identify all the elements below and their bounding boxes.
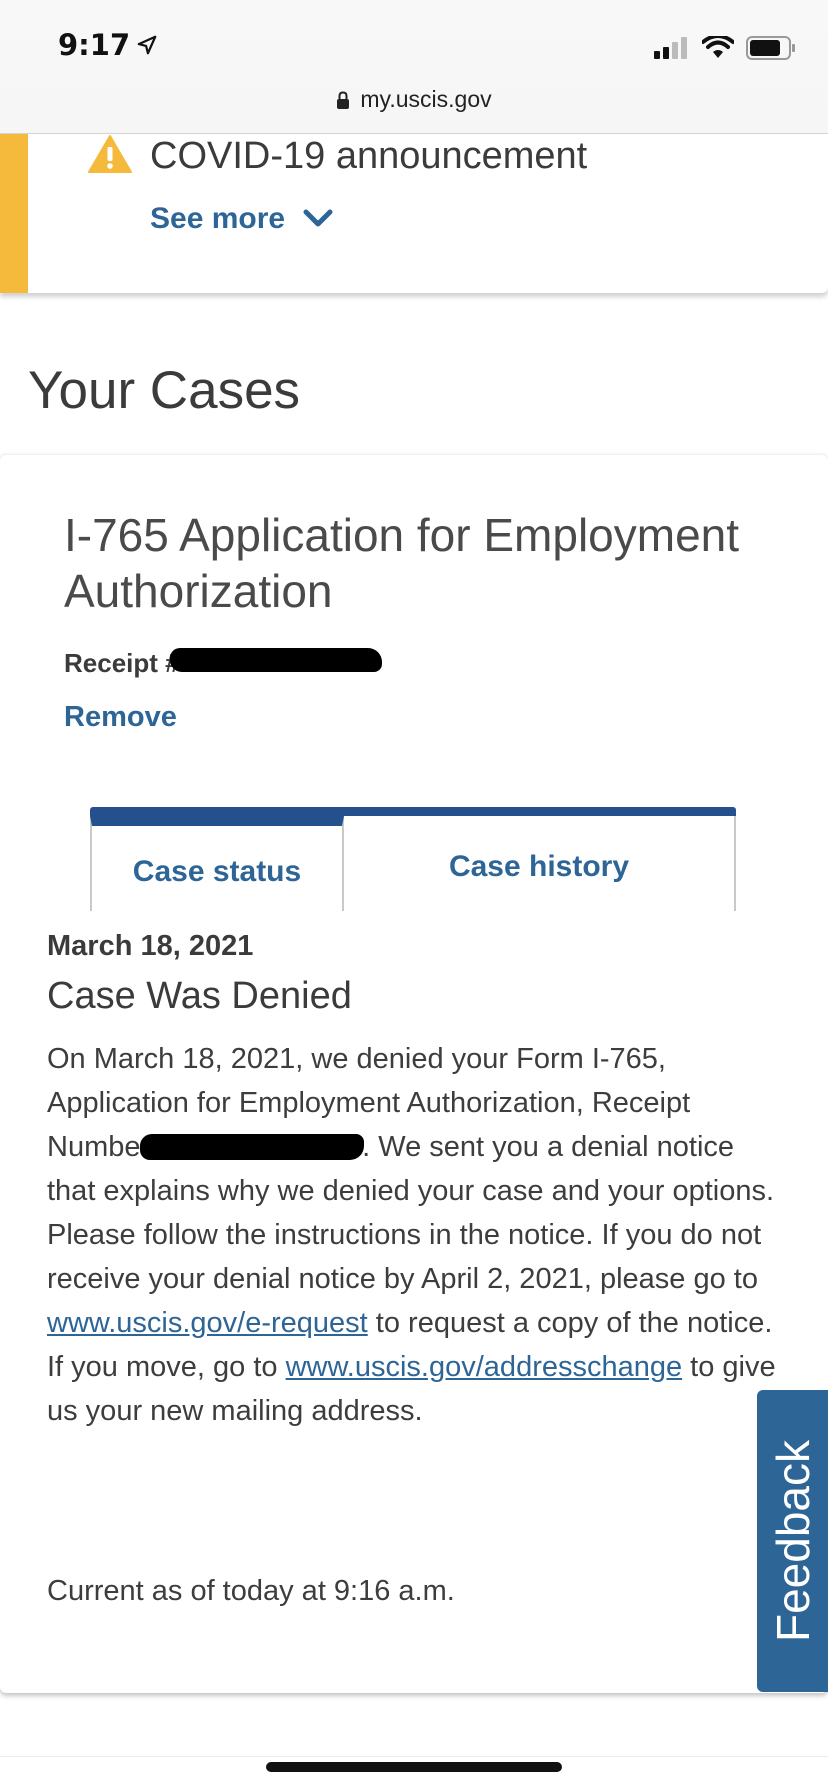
clock-time: 9:17 [58, 28, 131, 62]
home-indicator[interactable] [266, 1762, 562, 1772]
tab-case-status-label: Case status [132, 854, 302, 888]
location-arrow-icon [137, 35, 157, 55]
address-bar[interactable]: my.uscis.gov [0, 86, 828, 113]
case-form-title: I-765 Application for Employment Authori… [64, 509, 740, 617]
status-date: March 18, 2021 [47, 930, 254, 962]
tab-case-status[interactable]: Case status [90, 816, 344, 911]
feedback-label: Feedback [766, 1439, 819, 1643]
covid-alert: COVID-19 announcement See more [0, 134, 828, 293]
cellular-signal-icon [654, 37, 687, 59]
see-more-label: See more [150, 202, 286, 235]
address-change-link[interactable]: www.uscis.gov/addresschange [286, 1351, 683, 1383]
warning-icon [88, 135, 132, 173]
url-text: my.uscis.gov [360, 86, 492, 112]
e-request-link[interactable]: www.uscis.gov/e-request [47, 1307, 368, 1339]
lock-icon [337, 90, 350, 109]
current-as-of: Current as of today at 9:16 a.m. [47, 1575, 455, 1607]
feedback-button[interactable]: Feedback [757, 1390, 828, 1692]
tabs-top-bar [90, 807, 736, 816]
wifi-icon [702, 36, 734, 58]
case-card: I-765 Application for Employment Authori… [0, 455, 828, 1693]
status-icons [654, 36, 796, 60]
redacted-receipt-number [170, 648, 382, 672]
clock: 9:17 [58, 28, 158, 62]
receipt-label: Receipt # [64, 648, 180, 678]
page: 9:17 my.uscis.gov COVID-19 announcement … [0, 0, 828, 1792]
case-tabs: Case status Case history [90, 807, 736, 911]
battery-icon [746, 36, 795, 60]
divider [0, 1756, 828, 1757]
status-description: On March 18, 2021, we denied your Form I… [47, 1037, 777, 1433]
page-title: Your Cases [28, 361, 301, 420]
redacted-receipt-number-inline [140, 1134, 365, 1160]
status-title: Case Was Denied [47, 975, 352, 1017]
remove-case-link[interactable]: Remove [64, 701, 177, 734]
see-more-button[interactable]: See more [150, 202, 333, 236]
tab-case-history[interactable]: Case history [344, 816, 736, 911]
browser-status-bar: 9:17 my.uscis.gov [0, 0, 828, 134]
alert-title: COVID-19 announcement [150, 135, 588, 177]
chevron-down-icon [303, 209, 333, 227]
tab-case-history-label: Case history [448, 849, 630, 883]
